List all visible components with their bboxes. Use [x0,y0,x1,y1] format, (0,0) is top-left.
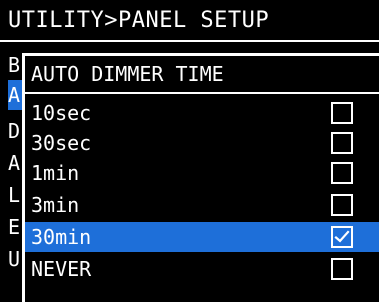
option-checkbox[interactable] [331,132,353,154]
auto-dimmer-dialog: AUTO DIMMER TIME 10sec 30sec 1min 3min 3… [22,53,379,302]
panel-setup-screen: UTILITY>PANEL SETUP B A D A L E U AUTO D… [0,0,379,302]
option-10sec[interactable]: 10sec [25,98,379,128]
option-never[interactable]: NEVER [25,254,379,284]
option-checkbox[interactable] [331,194,353,216]
option-label: 10sec [31,101,92,125]
dialog-divider [25,92,379,94]
checkmark-icon [334,230,350,243]
option-30min[interactable]: 30min [25,222,379,252]
option-checkbox[interactable] [331,258,353,280]
option-label: 30min [31,225,92,249]
option-label: 30sec [31,131,92,155]
option-label: 1min [31,161,80,185]
option-3min[interactable]: 3min [25,190,379,220]
title-divider [0,40,379,42]
dialog-title: AUTO DIMMER TIME [31,62,224,86]
option-checkbox[interactable] [331,162,353,184]
page-title: UTILITY>PANEL SETUP [8,8,270,33]
option-label: NEVER [31,257,92,281]
option-checkbox[interactable] [331,102,353,124]
option-label: 3min [31,193,80,217]
option-30sec[interactable]: 30sec [25,128,379,158]
option-checkbox-checked[interactable] [331,226,353,248]
option-1min[interactable]: 1min [25,158,379,188]
